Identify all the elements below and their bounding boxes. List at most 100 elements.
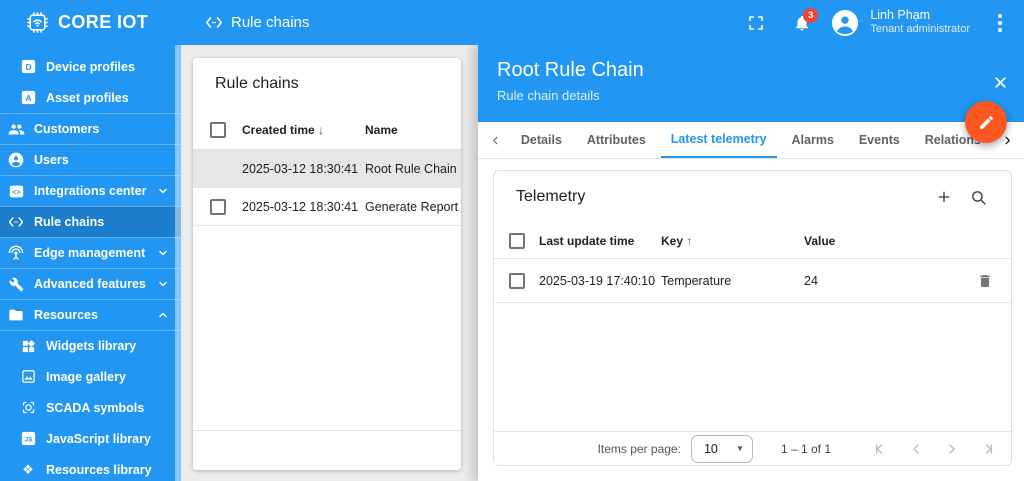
drawer-subtitle: Rule chain details <box>497 88 600 103</box>
first-page-icon[interactable] <box>867 436 893 462</box>
select-caret-icon: ▼ <box>736 444 744 453</box>
diamonds-icon: ❖ <box>22 462 34 477</box>
column-name[interactable]: Name <box>365 123 461 137</box>
table-row-root-rule-chain[interactable]: 2025-03-12 18:30:41 Root Rule Chain <box>193 150 461 188</box>
column-last-update-time[interactable]: Last update time <box>539 234 661 248</box>
folder-icon <box>7 306 25 324</box>
tabs-scroll-left-icon[interactable] <box>484 122 506 158</box>
sidebar-item-asset-profiles[interactable]: A Asset profiles <box>0 82 181 113</box>
prev-page-icon[interactable] <box>903 436 929 462</box>
kebab-menu-icon[interactable] <box>990 13 1010 32</box>
svg-text:D: D <box>25 62 31 72</box>
add-telemetry-button[interactable] <box>927 180 961 214</box>
drawer-title: Root Rule Chain <box>497 59 644 81</box>
last-page-icon[interactable] <box>975 436 1001 462</box>
chevron-down-icon <box>157 185 169 197</box>
rule-chains-icon <box>205 16 223 29</box>
device-profile-icon: D <box>19 58 37 76</box>
logo-text: CORE IOT <box>58 12 149 32</box>
telemetry-table-header: Last update time Key ↑ Value <box>494 223 1011 259</box>
telemetry-row-temperature[interactable]: 2025-03-19 17:40:10 Temperature 24 <box>494 259 1011 303</box>
rule-chains-icon <box>7 213 25 231</box>
tab-details[interactable]: Details <box>511 122 572 158</box>
svg-text:A: A <box>25 93 31 103</box>
rule-chains-table-footer <box>193 430 461 470</box>
chip-wifi-logo-icon <box>25 10 50 35</box>
sidebar-item-edge-management[interactable]: Edge management <box>0 237 181 268</box>
customers-icon <box>7 120 25 138</box>
rule-chains-panel: Rule chains Created time ↓ Name 2025-03-… <box>193 58 461 470</box>
sidebar-item-resources-library[interactable]: ❖ Resources library <box>0 454 181 481</box>
next-page-icon[interactable] <box>939 436 965 462</box>
image-icon <box>19 368 37 386</box>
select-all-checkbox[interactable] <box>210 121 226 138</box>
chevron-up-icon <box>157 309 169 321</box>
tools-icon <box>7 275 25 293</box>
sidebar-item-rule-chains[interactable]: Rule chains <box>0 206 181 237</box>
fullscreen-button[interactable] <box>740 7 772 39</box>
sidebar-item-scada-symbols[interactable]: SCADA symbols <box>0 392 181 423</box>
items-per-page-select[interactable]: 10 ▼ <box>690 434 753 463</box>
sidebar-item-users[interactable]: Users <box>0 144 181 175</box>
svg-text:JS: JS <box>24 436 32 443</box>
avatar[interactable] <box>832 9 859 36</box>
user-name: Linh Phạm <box>870 7 931 22</box>
page-title: Rule chains <box>231 14 310 31</box>
sidebar-item-advanced-features[interactable]: Advanced features <box>0 268 181 299</box>
items-per-page-label: Items per page: <box>597 441 681 456</box>
user-role: Tenant administrator <box>870 23 970 36</box>
pencil-icon <box>978 114 995 131</box>
sidebar-item-integrations-center[interactable]: <> Integrations center <box>0 175 181 206</box>
chevron-down-icon <box>157 247 169 259</box>
asset-profile-icon: A <box>19 89 37 107</box>
sidebar-scrollbar[interactable] <box>175 45 181 481</box>
notification-badge: 3 <box>803 7 819 23</box>
search-icon[interactable] <box>961 180 995 214</box>
tab-alarms[interactable]: Alarms <box>782 122 844 158</box>
edit-fab[interactable] <box>965 101 1007 143</box>
sidebar-item-customers[interactable]: Customers <box>0 113 181 144</box>
sidebar: D Device profiles A Asset profiles Custo… <box>0 45 181 481</box>
rule-chains-title: Rule chains <box>215 75 299 92</box>
telemetry-pagination: Items per page: 10 ▼ 1 – 1 of 1 <box>494 431 1011 465</box>
sort-asc-icon[interactable]: ↑ <box>686 234 692 248</box>
scada-icon <box>19 399 37 417</box>
tab-attributes[interactable]: Attributes <box>577 122 656 158</box>
drawer-header: Root Rule Chain Rule chain details <box>478 45 1024 122</box>
telemetry-title: Telemetry <box>516 188 586 205</box>
js-icon: JS <box>19 430 37 448</box>
row-checkbox[interactable] <box>509 272 525 289</box>
sidebar-item-resources[interactable]: Resources <box>0 299 181 330</box>
telemetry-card: Telemetry Last update time Key ↑ Value 2… <box>493 170 1012 466</box>
user-info[interactable]: Linh Phạm Tenant administrator <box>870 8 970 37</box>
widgets-icon <box>19 337 37 355</box>
sidebar-item-device-profiles[interactable]: D Device profiles <box>0 51 181 82</box>
antenna-icon <box>7 244 25 262</box>
app-header: CORE IOT Rule chains 3 Linh Phạm Tenant … <box>0 0 1024 45</box>
tab-events[interactable]: Events <box>849 122 910 158</box>
sidebar-item-javascript-library[interactable]: JS JavaScript library <box>0 423 181 454</box>
rule-chains-table-header: Created time ↓ Name <box>193 110 461 150</box>
users-icon <box>7 151 25 169</box>
details-drawer: Root Rule Chain Rule chain details Detai… <box>478 45 1024 481</box>
column-value[interactable]: Value <box>804 234 1011 248</box>
chevron-down-icon <box>157 278 169 290</box>
notifications-button[interactable]: 3 <box>786 7 819 39</box>
fullscreen-icon <box>748 15 764 31</box>
select-all-checkbox[interactable] <box>509 232 525 249</box>
pagination-range: 1 – 1 of 1 <box>780 441 831 456</box>
close-icon[interactable] <box>993 75 1008 90</box>
column-key: Key <box>661 233 684 248</box>
drawer-tabbar: Details Attributes Latest telemetry Alar… <box>478 122 1024 159</box>
sort-desc-icon[interactable]: ↓ <box>318 123 324 137</box>
tab-latest-telemetry[interactable]: Latest telemetry <box>660 122 777 158</box>
table-row-generate-report[interactable]: 2025-03-12 18:30:41 Generate Report <box>193 188 461 226</box>
integrations-icon: <> <box>7 182 25 200</box>
column-created-time: Created time <box>242 122 315 137</box>
breadcrumb: Rule chains <box>205 14 309 31</box>
sidebar-item-widgets-library[interactable]: Widgets library <box>0 330 181 361</box>
sidebar-item-image-gallery[interactable]: Image gallery <box>0 361 181 392</box>
delete-icon[interactable] <box>965 273 1005 289</box>
row-checkbox[interactable] <box>210 198 226 215</box>
svg-text:<>: <> <box>12 188 20 196</box>
